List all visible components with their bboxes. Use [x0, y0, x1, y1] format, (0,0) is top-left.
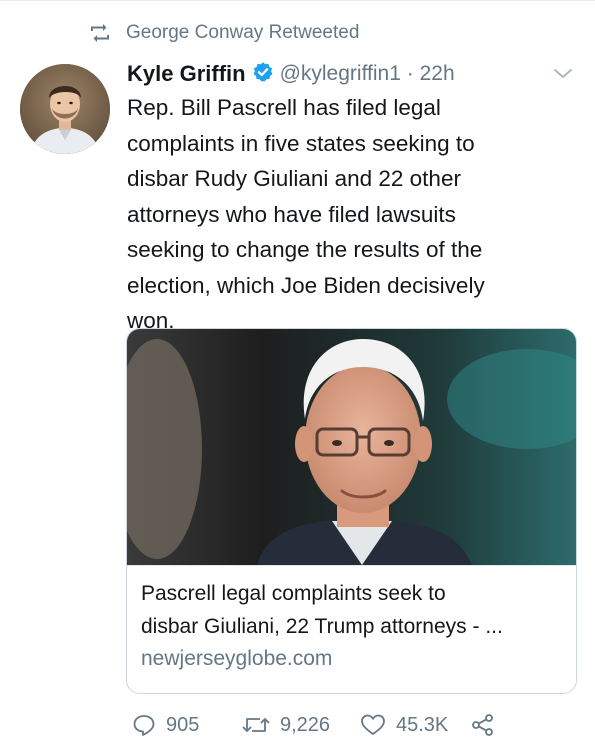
tweet-text-line: Rep. Bill Pascrell has filed legal: [127, 95, 441, 120]
tweet-text-line: disbar Rudy Giuliani and 22 other: [127, 166, 461, 191]
heart-icon: [360, 713, 386, 737]
link-card-domain: newjerseyglobe.com: [141, 647, 333, 670]
tweet-text-line: election, which Joe Biden decisively: [127, 272, 485, 298]
retweet-icon: [242, 713, 270, 737]
time-separator: ·: [406, 62, 414, 85]
link-card-title-line: disbar Giuliani, 22 Trump attorneys - ..…: [141, 615, 503, 638]
tweet-text-line: attorneys who have filed lawsuits: [127, 201, 456, 227]
verified-badge-icon: [252, 61, 274, 88]
link-card-title-line: Pascrell legal complaints seek to: [141, 582, 446, 605]
like-button[interactable]: 45.3K: [360, 713, 470, 737]
reply-icon: [132, 713, 156, 737]
link-card[interactable]: Pascrell legal complaints seek to disbar…: [126, 328, 577, 694]
tweet-text-line: seeking to change the results of the: [127, 237, 483, 262]
tweet-text: Rep. Bill Pascrell has filed legal compl…: [127, 90, 567, 339]
tweet[interactable]: George Conway Retweeted Kyle Griffin @ky…: [0, 0, 595, 746]
card-divider: [127, 565, 576, 566]
retweet-button[interactable]: 9,226: [242, 713, 360, 737]
share-icon: [470, 713, 496, 737]
avatar[interactable]: [20, 64, 110, 154]
like-count: 45.3K: [396, 713, 449, 736]
author-name[interactable]: Kyle Griffin: [127, 61, 246, 87]
reply-count: 905: [166, 713, 200, 736]
retweet-context[interactable]: George Conway Retweeted: [88, 20, 359, 46]
chevron-down-icon[interactable]: [551, 64, 575, 84]
tweet-time[interactable]: 22h: [420, 62, 455, 85]
link-card-image: [127, 329, 576, 565]
handle-text: @kylegriffin1: [279, 62, 401, 85]
reply-button[interactable]: 905: [132, 713, 242, 737]
top-divider: [0, 0, 595, 1]
tweet-header: Kyle Griffin @kylegriffin1 · 22h: [127, 58, 455, 90]
author-handle[interactable]: @kylegriffin1 · 22h: [280, 62, 455, 86]
tweet-actions: 905 9,226 45.3K: [132, 708, 496, 742]
retweet-count: 9,226: [280, 713, 331, 736]
retweet-icon: [88, 23, 112, 43]
tweet-text-line: complaints in five states seeking to: [127, 130, 475, 156]
link-card-title: Pascrell legal complaints seek to disbar…: [141, 577, 571, 643]
retweet-label: George Conway Retweeted: [126, 22, 360, 43]
share-button[interactable]: [470, 713, 496, 737]
